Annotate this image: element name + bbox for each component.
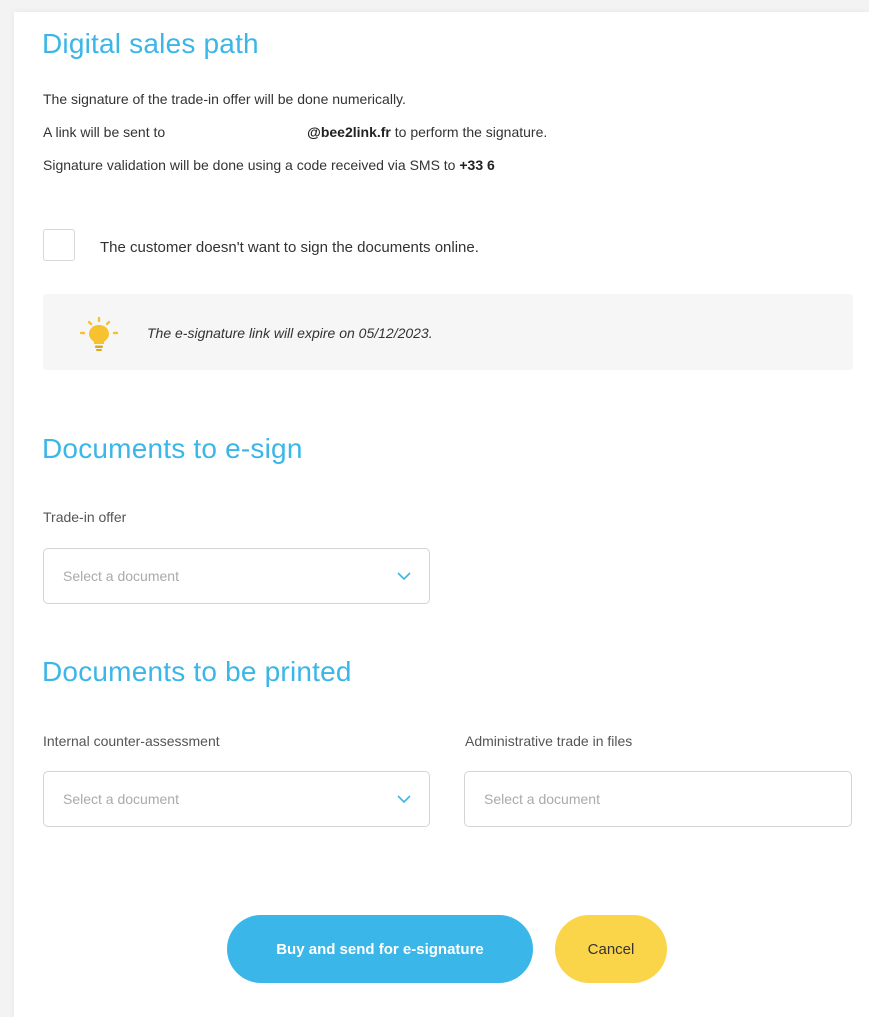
expiry-notice-text: The e-signature link will expire on 05/1… [147,325,433,341]
documents-to-be-printed-title: Documents to be printed [42,656,352,687]
phone-number: +33 6 [459,157,495,173]
lightbulb-icon [79,316,119,351]
cancel-button[interactable]: Cancel [555,915,667,983]
link-info-suffix: to perform the signature. [390,124,548,140]
email-domain: @bee2link.fr [307,124,391,140]
documents-to-esign-title: Documents to e-sign [42,433,303,464]
trade-in-offer-label: Trade-in offer [43,509,127,525]
internal-counter-assessment-label: Internal counter-assessment [43,733,220,749]
digital-sales-path-title: Digital sales path [42,28,259,59]
chevron-down-icon [397,795,411,804]
chevron-down-icon [397,572,411,581]
internal-counter-assessment-select[interactable]: Select a document [43,771,430,827]
link-info-prefix: A link will be sent to [43,124,166,140]
buy-and-send-button[interactable]: Buy and send for e-signature [227,915,533,983]
sms-info-line: Signature validation will be done using … [43,157,495,173]
administrative-trade-in-files-label: Administrative trade in files [465,733,633,749]
sms-info-prefix: Signature validation will be done using … [43,157,460,173]
internal-counter-assessment-placeholder: Select a document [63,791,179,807]
trade-in-offer-select[interactable]: Select a document [43,548,430,604]
expiry-notice: The e-signature link will expire on 05/1… [43,294,853,370]
no-online-signature-label[interactable]: The customer doesn't want to sign the do… [100,239,479,256]
signature-info-line: The signature of the trade-in offer will… [43,91,406,107]
administrative-trade-in-files-select[interactable]: Select a document [464,771,852,827]
administrative-trade-in-files-placeholder: Select a document [484,791,600,807]
link-info-line: A link will be sent to @bee2link.fr to pe… [43,124,547,140]
trade-in-offer-placeholder: Select a document [63,568,179,584]
no-online-signature-checkbox[interactable] [43,229,75,261]
